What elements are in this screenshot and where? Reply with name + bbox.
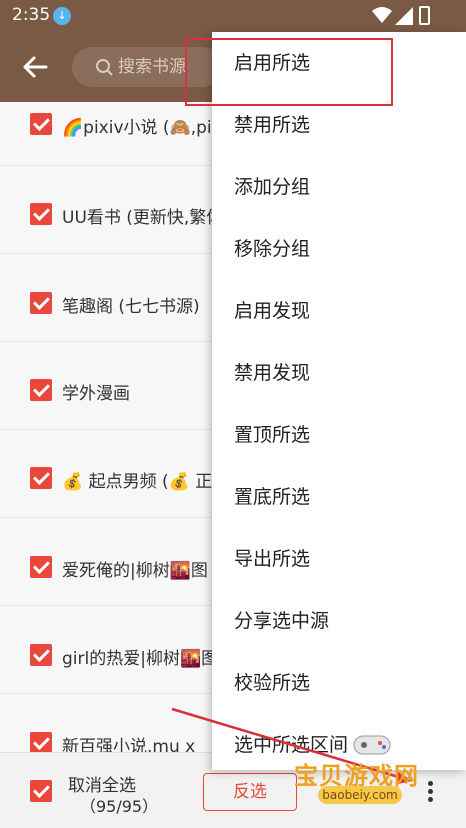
watermark-url: baobeiy.com	[318, 786, 402, 804]
gamepad-icon	[353, 735, 391, 755]
watermark-logo: 宝贝游戏网 baobeiy.com	[282, 722, 466, 828]
annotation-arrow	[171, 707, 412, 784]
